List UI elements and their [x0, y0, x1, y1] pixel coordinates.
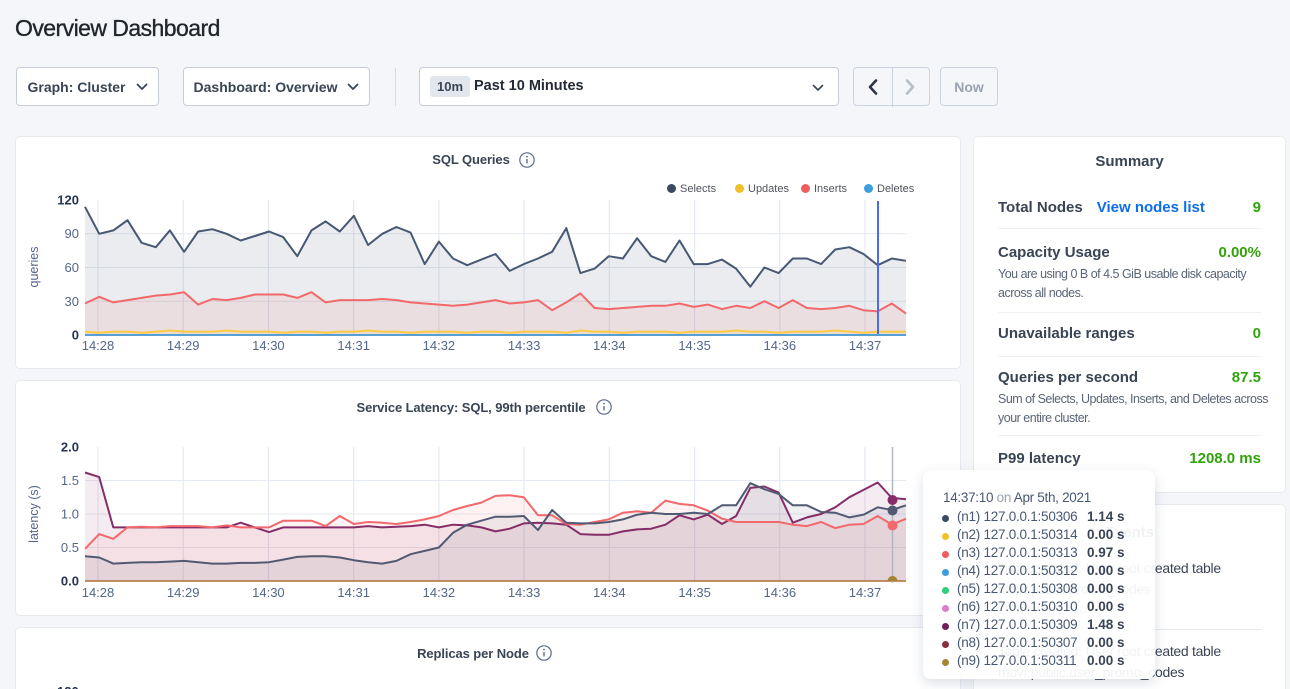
svg-text:14:28: 14:28	[82, 585, 115, 600]
svg-text:120: 120	[57, 193, 79, 208]
svg-text:2.0: 2.0	[61, 440, 79, 455]
svg-text:1.0: 1.0	[61, 507, 79, 522]
svg-text:14:35: 14:35	[678, 338, 711, 353]
svg-text:14:37: 14:37	[849, 338, 882, 353]
svg-text:14:30: 14:30	[252, 338, 285, 353]
svg-text:14:33: 14:33	[508, 338, 541, 353]
svg-text:30: 30	[65, 294, 79, 309]
svg-text:14:32: 14:32	[423, 338, 456, 353]
svg-text:14:36: 14:36	[764, 585, 797, 600]
svg-text:0.0: 0.0	[61, 574, 79, 589]
svg-text:14:35: 14:35	[678, 585, 711, 600]
svg-text:14:34: 14:34	[593, 338, 626, 353]
svg-text:14:31: 14:31	[337, 585, 370, 600]
svg-text:14:30: 14:30	[252, 585, 285, 600]
svg-text:90: 90	[65, 226, 79, 241]
svg-text:1.5: 1.5	[61, 473, 79, 488]
svg-text:14:34: 14:34	[593, 585, 626, 600]
svg-text:14:28: 14:28	[82, 338, 115, 353]
svg-text:14:32: 14:32	[423, 585, 456, 600]
svg-text:14:37: 14:37	[849, 585, 882, 600]
svg-text:14:36: 14:36	[764, 338, 797, 353]
svg-text:14:29: 14:29	[167, 585, 200, 600]
svg-text:queries: queries	[27, 247, 41, 288]
svg-text:latency (s): latency (s)	[27, 485, 41, 543]
svg-text:14:31: 14:31	[337, 338, 370, 353]
svg-text:60: 60	[65, 260, 79, 275]
svg-text:14:33: 14:33	[508, 585, 541, 600]
svg-text:0: 0	[72, 328, 79, 343]
svg-text:14:29: 14:29	[167, 338, 200, 353]
svg-text:0.5: 0.5	[61, 540, 79, 555]
